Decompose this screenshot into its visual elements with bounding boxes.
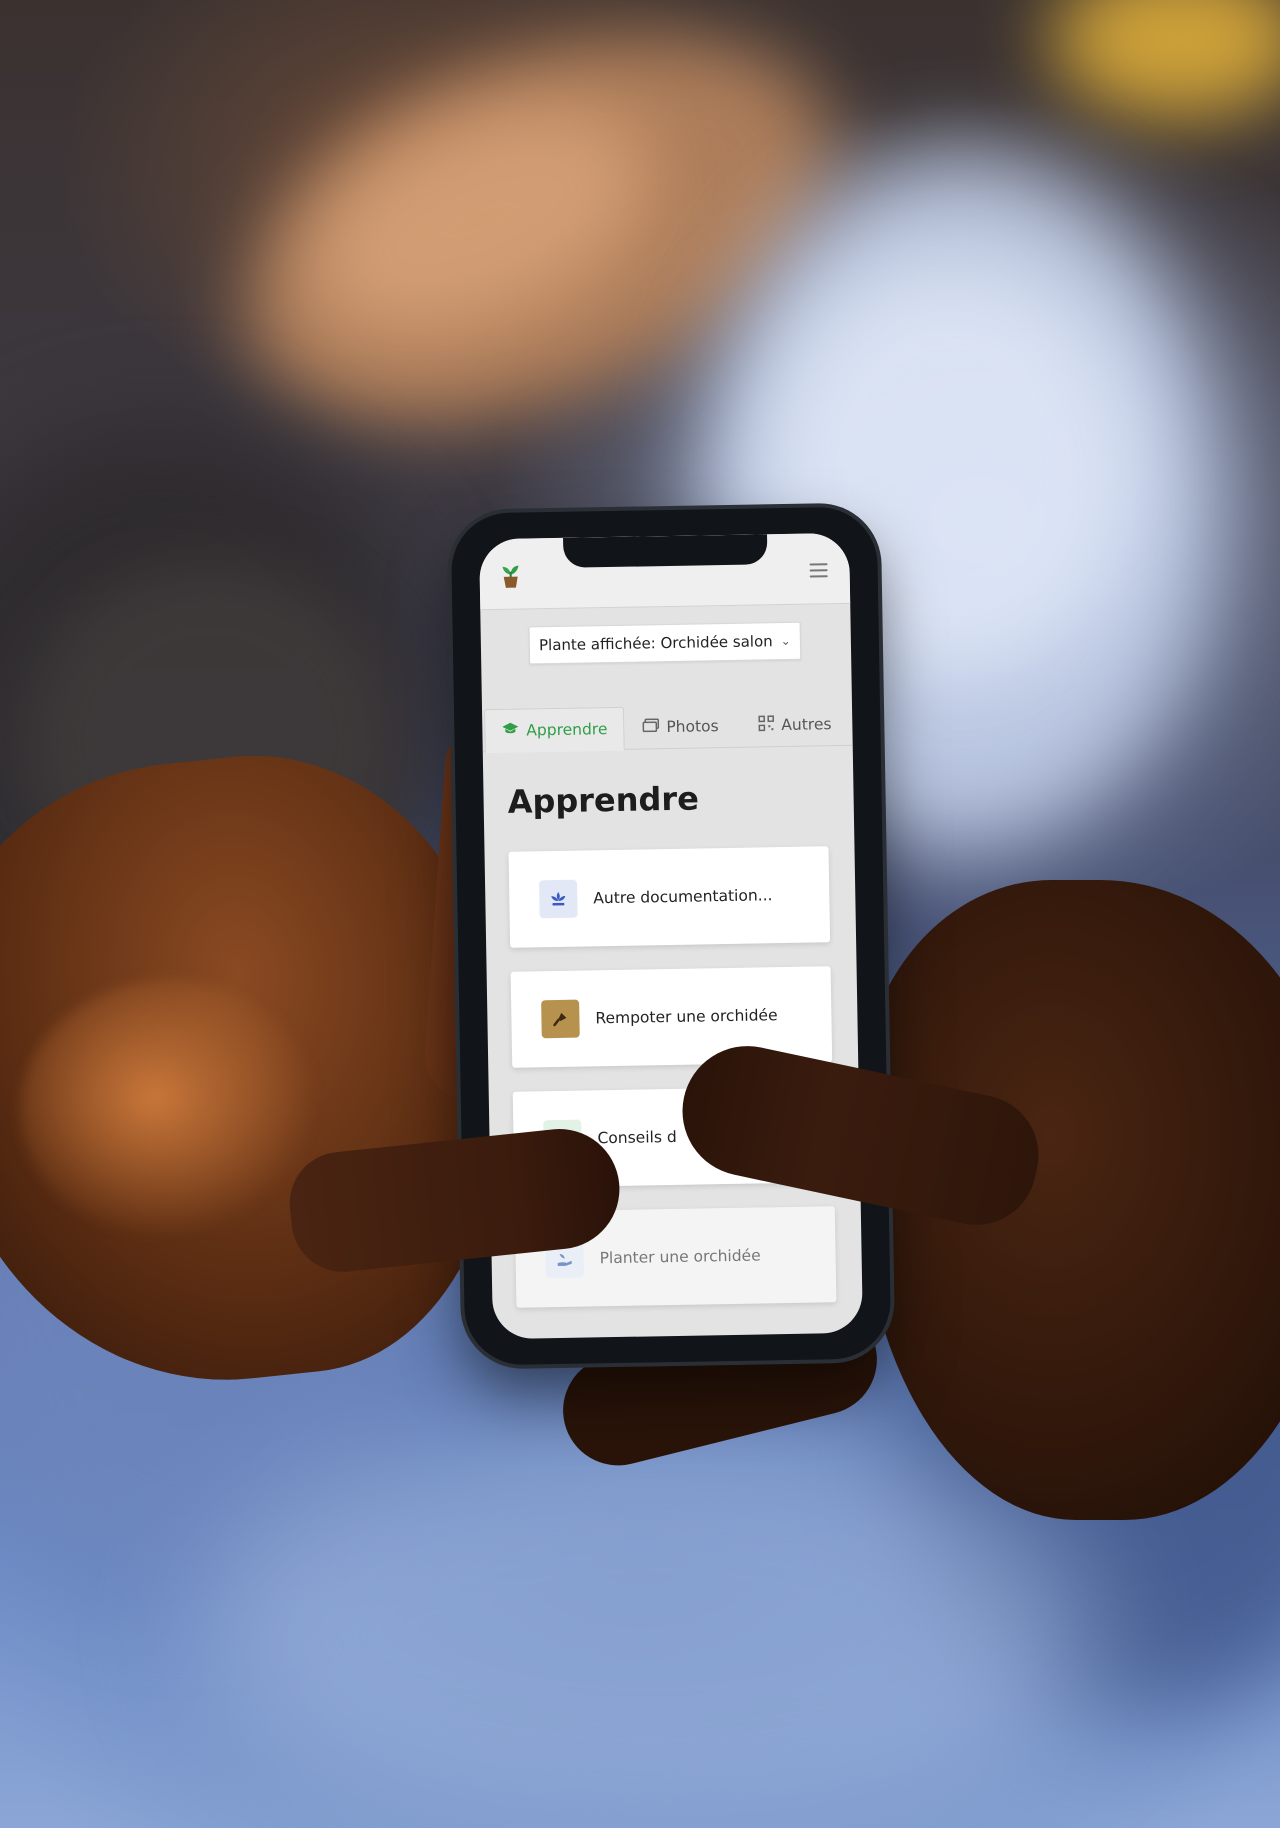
smartphone: Plante affichée: Orchidée salon ⌄ Appren… [450,506,892,1366]
left-palm-highlight [20,980,320,1240]
tab-label: Autres [781,715,832,735]
phone-screen: Plante affichée: Orchidée salon ⌄ Appren… [479,532,863,1340]
tab-label: Apprendre [526,720,608,740]
card-rempoter-orchidee[interactable]: Rempoter une orchidée [510,966,833,1068]
card-conseils[interactable]: Conseils d [512,1086,835,1188]
page-title: Apprendre [507,779,700,821]
flower-lotus-icon [539,879,578,919]
plant-selector-label: Plante affichée: Orchidée salon [538,632,773,655]
phone-notch [563,534,768,568]
images-icon [642,718,660,736]
card-label: Autre documentation... [593,886,773,908]
tab-bar: Apprendre Photos Autres [482,702,853,754]
graduation-cap-icon [501,722,519,740]
qr-code-icon [758,715,775,735]
card-label: Planter une orchidée [599,1246,761,1268]
card-autre-documentation[interactable]: Autre documentation... [508,846,831,948]
trowel-icon [541,999,580,1039]
tab-autres[interactable]: Autres [758,703,832,746]
tab-apprendre[interactable]: Apprendre [484,706,625,754]
blurred-pants-bottom [200,1420,1100,1828]
plant-selector[interactable]: Plante affichée: Orchidée salon ⌄ [528,621,802,665]
card-planter-orchidee[interactable]: Planter une orchidée [514,1206,837,1308]
leaf-icon [543,1119,582,1159]
card-label: Rempoter une orchidée [595,1006,778,1028]
hamburger-menu-icon[interactable] [809,563,828,578]
card-label: Conseils d [597,1127,677,1148]
tab-photos[interactable]: Photos [642,705,719,748]
seedling-pot-icon[interactable] [499,563,521,589]
hand-seedling-icon [545,1239,584,1279]
chevron-down-icon: ⌄ [780,633,791,649]
tab-label: Photos [666,717,719,737]
